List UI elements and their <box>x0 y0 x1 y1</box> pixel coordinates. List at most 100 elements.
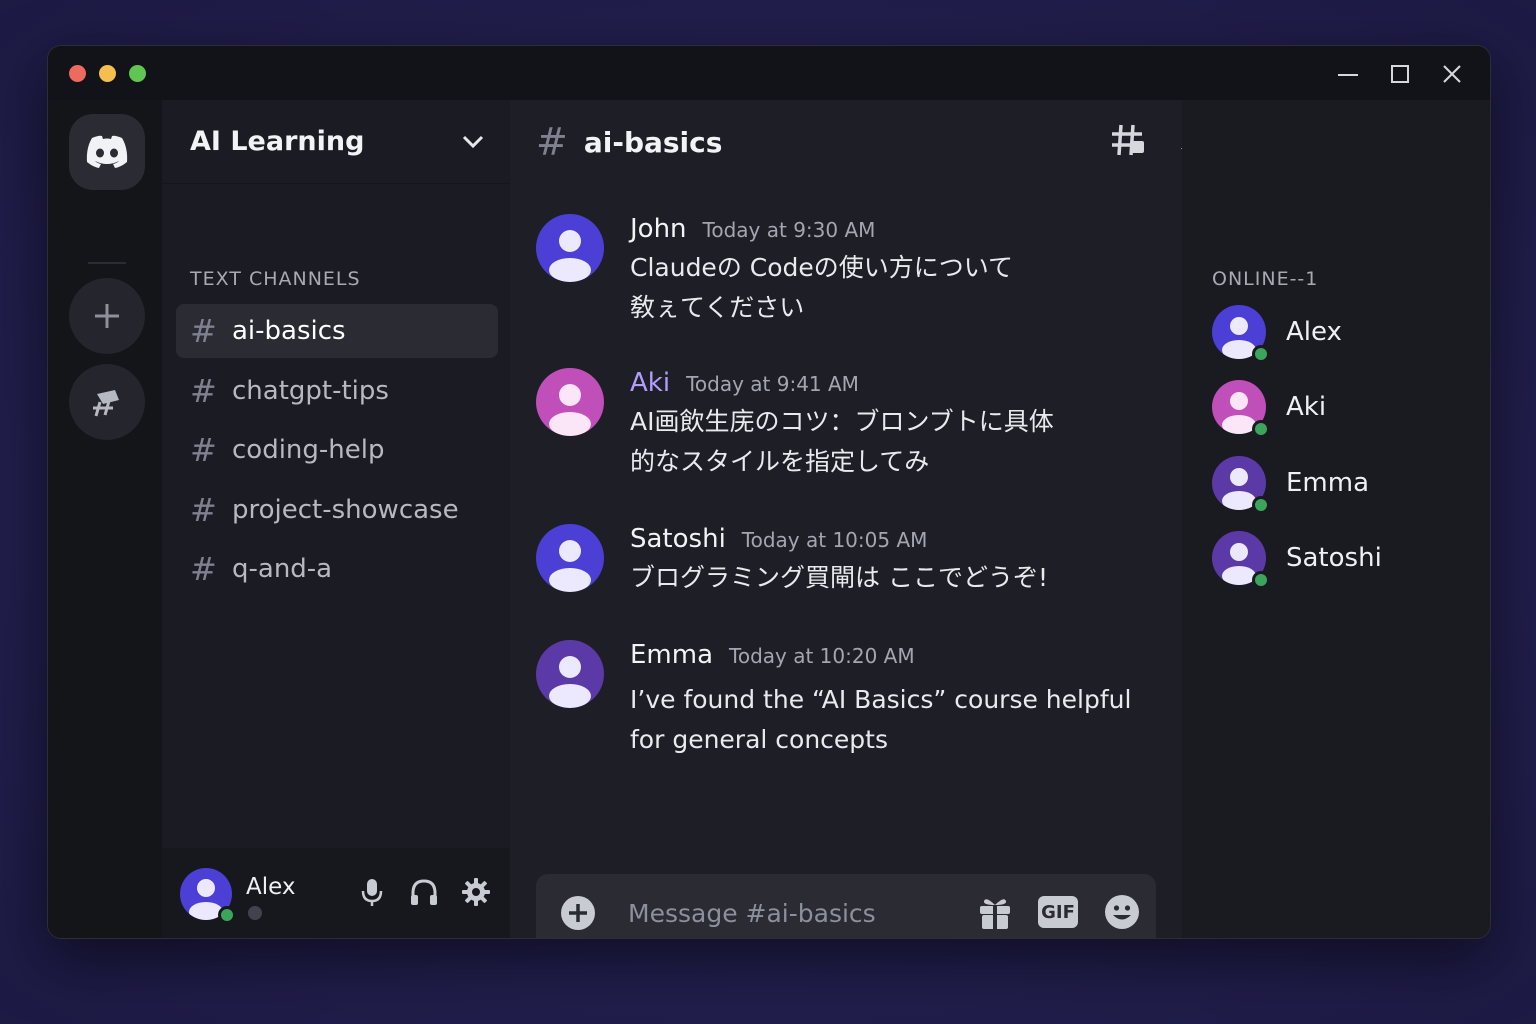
rail-divider <box>88 262 126 264</box>
message: Satoshi Today at 10:05 AM ブログラミング買閘は ここでど… <box>536 524 1156 604</box>
message-timestamp: Today at 9:30 AM <box>702 218 876 242</box>
headphones-icon[interactable] <box>408 876 440 908</box>
gif-button[interactable]: GIF <box>1038 896 1078 928</box>
message-line: ブログラミング買閘は ここでどうぞ! <box>630 563 1048 592</box>
message-timestamp: Today at 9:41 AM <box>686 372 859 396</box>
message-author[interactable]: Satoshi <box>630 524 726 554</box>
settings-gear-icon[interactable] <box>460 876 492 908</box>
member-item[interactable]: Satoshi <box>1212 530 1472 589</box>
member-name: Alex <box>1286 317 1342 347</box>
channel-label: coding-help <box>232 435 385 465</box>
server-header[interactable]: AI Learning <box>162 100 510 184</box>
member-item[interactable]: Emma <box>1212 455 1472 514</box>
home-server-button[interactable] <box>69 114 145 190</box>
threads-icon[interactable] <box>1110 122 1146 158</box>
hash-icon: # <box>190 372 217 410</box>
discord-icon <box>86 135 128 168</box>
channel-q-and-a[interactable]: # q-and-a <box>176 542 498 596</box>
message-text: I’ve found the “AI Basics” course helpfu… <box>630 680 1160 760</box>
minimize-dot[interactable] <box>99 64 116 82</box>
message-line: AI画飲生庑のコツ：ブロンブトに具体 <box>630 407 1054 436</box>
close-dot[interactable] <box>69 64 86 82</box>
explore-button[interactable] <box>69 364 145 440</box>
avatar <box>1212 380 1270 438</box>
message: Aki Today at 9:41 AM AI画飲生庑のコツ：ブロンブトに具体 的… <box>536 368 1156 478</box>
avatar <box>1212 305 1270 363</box>
message-author[interactable]: John <box>630 214 687 244</box>
message-text: AI画飲生庑のコツ：ブロンブトに具体 的なスタイルを指定してみ <box>630 402 1160 482</box>
channel-ai-basics[interactable]: # ai-basics <box>176 304 498 358</box>
message-text: Claudeの Codeの使い方について 敎ぇてください <box>630 248 1160 328</box>
avatar[interactable] <box>536 524 604 592</box>
channel-sidebar: AI Learning TEXT CHANNELS # ai-basics # … <box>162 100 510 938</box>
server-rail <box>48 100 162 938</box>
message-input[interactable]: Message #ai-basics <box>628 899 876 928</box>
message-timestamp: Today at 10:20 AM <box>729 644 915 668</box>
avatar <box>1212 531 1270 589</box>
user-icon <box>549 384 591 436</box>
user-icon <box>549 656 591 708</box>
message-text: ブログラミング買閘は ここでどうぞ! <box>630 558 1160 598</box>
avatar[interactable] <box>536 368 604 436</box>
hash-icon: # <box>190 312 217 350</box>
zoom-dot[interactable] <box>129 64 146 82</box>
message: John Today at 9:30 AM Claudeの Codeの使い方につい… <box>536 214 1156 324</box>
microphone-icon[interactable] <box>356 876 388 908</box>
traffic-lights <box>69 64 146 82</box>
plus-icon <box>95 304 119 328</box>
members-category-label: ONLINE--1 <box>1212 268 1319 290</box>
chevron-down-icon[interactable] <box>462 135 484 149</box>
member-name: Satoshi <box>1286 543 1382 573</box>
hash-icon: # <box>190 550 217 588</box>
channel-header: # ai-basics <box>510 100 1182 184</box>
avatar <box>1212 456 1270 514</box>
message-composer: Message #ai-basics GIF <box>536 874 1156 938</box>
member-item[interactable]: Aki <box>1212 379 1472 438</box>
add-server-button[interactable] <box>69 278 145 354</box>
message-author[interactable]: Emma <box>630 640 713 670</box>
channel-chatgpt-tips[interactable]: # chatgpt-tips <box>176 364 498 418</box>
channel-label: q-and-a <box>232 554 333 584</box>
custom-status-dot <box>248 906 262 920</box>
channel-project-showcase[interactable]: # project-showcase <box>176 483 498 537</box>
message-line: 的なスタイルを指定してみ <box>630 447 930 476</box>
user-controls <box>356 876 492 908</box>
user-icon <box>549 230 591 282</box>
add-attachment-icon[interactable] <box>560 895 596 931</box>
channel-title: ai-basics <box>583 125 723 159</box>
title-bar <box>48 46 1490 100</box>
maximize-icon[interactable] <box>1386 60 1414 88</box>
avatar[interactable] <box>536 214 604 282</box>
message: Emma Today at 10:20 AM I’ve found the “AI… <box>536 640 1156 754</box>
channel-label: chatgpt-tips <box>232 376 389 406</box>
hash-icon: # <box>536 120 568 164</box>
username: Alex <box>246 874 296 900</box>
message-timestamp: Today at 10:05 AM <box>741 528 928 552</box>
channel-coding-help[interactable]: # coding-help <box>176 423 498 477</box>
close-icon[interactable] <box>1438 60 1466 88</box>
message-author[interactable]: Aki <box>630 368 670 398</box>
channel-label: project-showcase <box>232 495 459 525</box>
member-name: Emma <box>1286 468 1370 498</box>
member-item[interactable]: Alex <box>1212 304 1472 363</box>
message-line: 敎ぇてください <box>630 293 805 322</box>
member-name: Aki <box>1286 392 1327 422</box>
message-line: Claudeの Codeの使い方について <box>630 253 1014 282</box>
online-status-dot <box>1252 420 1270 438</box>
gift-icon[interactable] <box>978 894 1012 930</box>
user-panel: Alex <box>162 848 510 938</box>
avatar[interactable] <box>536 640 604 708</box>
online-status-dot <box>1252 571 1270 589</box>
gif-label: GIF <box>1041 901 1075 923</box>
category-label: TEXT CHANNELS <box>190 268 361 290</box>
app-window: AI Learning TEXT CHANNELS # ai-basics # … <box>47 45 1491 939</box>
avatar[interactable] <box>180 868 236 924</box>
chat-area: # ai-basics John Today at 9:30 AM Claudeの… <box>510 100 1182 938</box>
message-line: I’ve found the “AI Basics” course helpfu… <box>630 685 1132 714</box>
channel-label: ai-basics <box>232 316 346 346</box>
message-line: for general concepts <box>630 725 888 754</box>
minimize-icon[interactable] <box>1334 60 1362 88</box>
user-icon <box>549 540 591 592</box>
explore-icon <box>93 390 119 417</box>
emoji-icon[interactable] <box>1104 894 1140 930</box>
